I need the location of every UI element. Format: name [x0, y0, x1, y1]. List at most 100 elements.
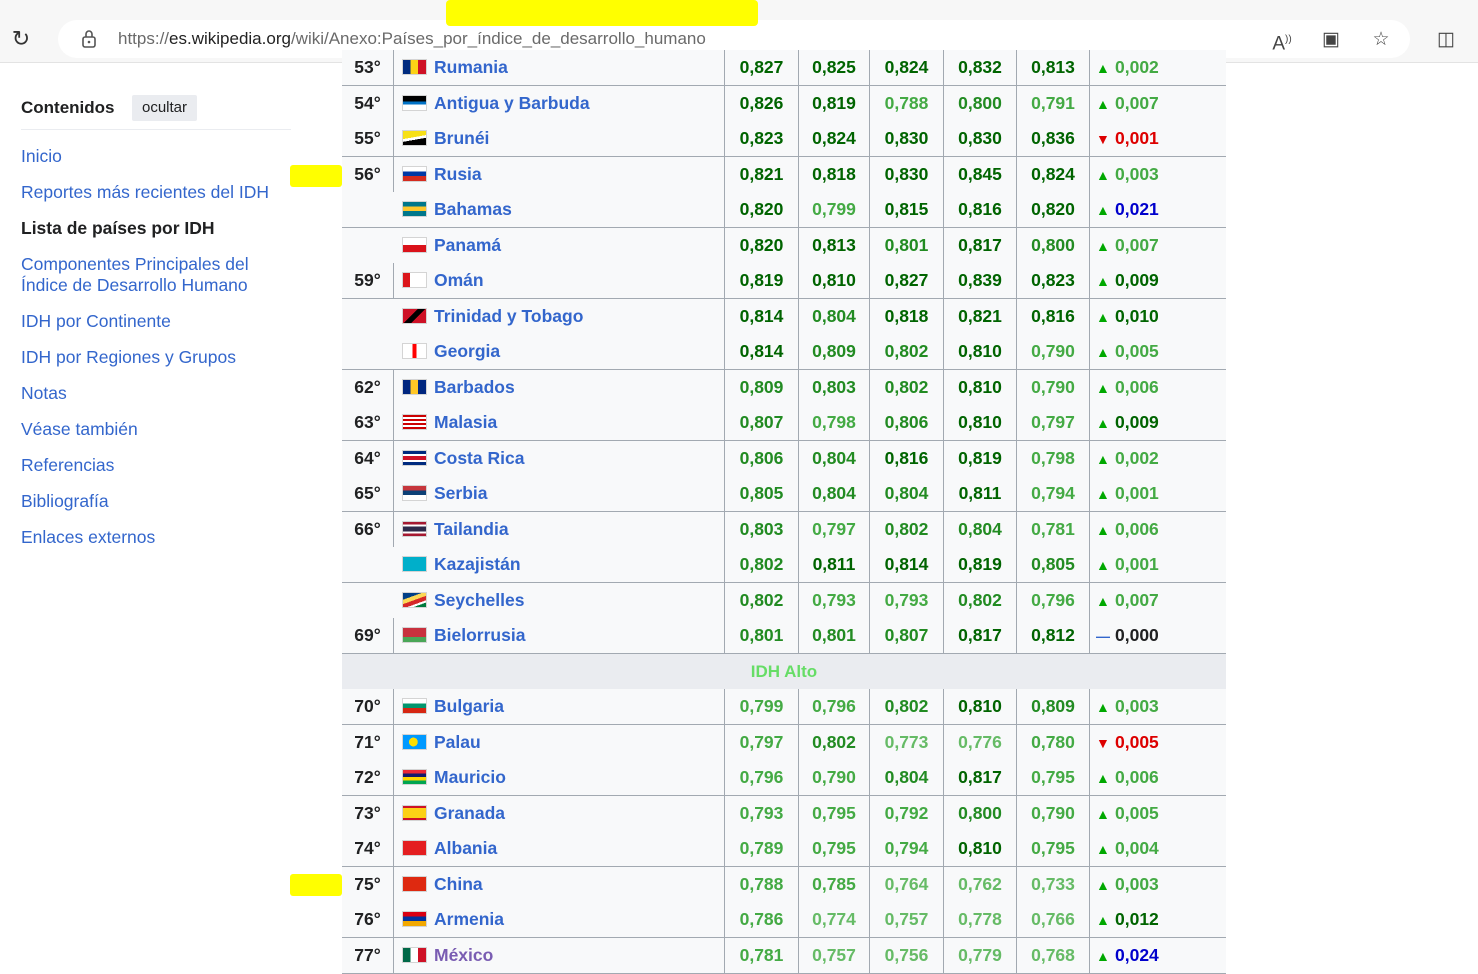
country-name[interactable]: Georgia	[434, 341, 500, 361]
country-link[interactable]: Armenia	[394, 902, 725, 937]
country-link[interactable]: Omán	[394, 263, 725, 298]
country-name[interactable]: Rusia	[434, 164, 482, 184]
country-name[interactable]: Granada	[434, 803, 505, 823]
change-cell: ▲ 0,007	[1090, 583, 1226, 618]
read-aloud-icon[interactable]: A))	[1270, 28, 1294, 54]
toc-item-notas[interactable]: Notas	[21, 383, 311, 404]
country-link[interactable]: Panamá	[394, 227, 725, 263]
country-link[interactable]: Antigua y Barbuda	[394, 85, 725, 121]
country-name[interactable]: Tailandia	[434, 519, 509, 539]
country-name[interactable]: Serbia	[434, 483, 488, 503]
toc-item-lista[interactable]: Lista de países por IDH	[21, 218, 311, 239]
country-link[interactable]: Trinidad y Tobago	[394, 298, 725, 334]
toc-item-vease[interactable]: Véase también	[21, 419, 311, 440]
increase-arrow-icon: ▲	[1096, 379, 1110, 396]
toc-item-inicio[interactable]: Inicio	[21, 146, 311, 167]
hdi-value-cell: 0,790	[1017, 795, 1090, 831]
country-link[interactable]: Malasia	[394, 405, 725, 440]
country-name[interactable]: Antigua y Barbuda	[434, 93, 590, 113]
toc-item-enlaces[interactable]: Enlaces externos	[21, 527, 311, 548]
flag-icon	[402, 485, 427, 501]
country-link[interactable]: Tailandia	[394, 511, 725, 547]
change-cell: ▲ 0,021	[1090, 192, 1226, 227]
country-link[interactable]: Rumania	[394, 50, 725, 85]
country-name[interactable]: Bielorrusia	[434, 625, 525, 645]
toc-item-bibliografia[interactable]: Bibliografía	[21, 491, 311, 512]
country-name[interactable]: Palau	[434, 732, 481, 752]
country-name[interactable]: Malasia	[434, 412, 497, 432]
hdi-value-cell: 0,820	[725, 227, 799, 263]
country-name[interactable]: Kazajistán	[434, 554, 521, 574]
hdi-value-cell: 0,790	[1017, 369, 1090, 405]
country-name[interactable]: Omán	[434, 270, 484, 290]
country-link[interactable]: Rusia	[394, 156, 725, 192]
country-name[interactable]: Seychelles	[434, 590, 524, 610]
change-cell: ▲ 0,009	[1090, 263, 1226, 298]
table-row: 53° Rumania 0,827 0,825 0,824 0,832 0,813 ▲ 0,00…	[342, 50, 1226, 86]
hdi-value-cell: 0,796	[799, 689, 870, 724]
table-row: 62° Barbados 0,809 0,803 0,802 0,810 0,790 ▲ 0,0…	[342, 369, 1226, 406]
hdi-value-cell: 0,807	[725, 405, 799, 440]
country-link[interactable]: Granada	[394, 795, 725, 831]
toc-item-reportes[interactable]: Reportes más recientes del IDH	[21, 182, 311, 203]
country-link[interactable]: Costa Rica	[394, 440, 725, 476]
country-name[interactable]: Armenia	[434, 909, 504, 929]
hdi-value-cell: 0,816	[1017, 298, 1090, 334]
hdi-value-cell: 0,785	[799, 866, 870, 902]
country-link[interactable]: Bielorrusia	[394, 618, 725, 653]
country-link[interactable]: Seychelles	[394, 582, 725, 618]
hdi-value-cell: 0,817	[944, 760, 1017, 795]
favorite-star-icon[interactable]: ☆	[1369, 28, 1393, 52]
change-value: 0,005	[1115, 731, 1159, 752]
country-link[interactable]: México	[394, 937, 725, 973]
country-link[interactable]: Bahamas	[394, 192, 725, 227]
change-value: 0,010	[1115, 305, 1159, 326]
change-value: 0,001	[1115, 483, 1159, 503]
country-name[interactable]: Albania	[434, 838, 497, 858]
country-name[interactable]: Rumania	[434, 57, 508, 77]
country-name[interactable]: Brunéi	[434, 128, 489, 148]
split-screen-icon[interactable]: ◫	[1434, 28, 1458, 52]
country-name[interactable]: Trinidad y Tobago	[434, 306, 583, 326]
table-row: 65° Serbia 0,805 0,804 0,804 0,811 0,794 ▲ 0,001	[342, 476, 1226, 512]
hdi-value-cell: 0,809	[725, 369, 799, 405]
country-name[interactable]: Bulgaria	[434, 696, 504, 716]
change-cell: ▲ 0,006	[1090, 760, 1226, 795]
country-link[interactable]: China	[394, 866, 725, 902]
country-name[interactable]: Costa Rica	[434, 448, 524, 468]
toc-item-componentes[interactable]: Componentes Principales del Índice de De…	[21, 254, 261, 296]
decrease-arrow-icon: ▼	[1096, 131, 1110, 147]
flag-icon	[402, 130, 427, 146]
country-link[interactable]: Bulgaria	[394, 689, 725, 724]
immersive-reader-icon[interactable]: ▣	[1319, 28, 1343, 52]
country-link[interactable]: Palau	[394, 724, 725, 760]
country-link[interactable]: Georgia	[394, 334, 725, 369]
country-name[interactable]: China	[434, 874, 483, 894]
toc-item-referencias[interactable]: Referencias	[21, 455, 311, 476]
country-link[interactable]: Brunéi	[394, 121, 725, 156]
hdi-value-cell: 0,827	[870, 263, 944, 298]
country-name[interactable]: Barbados	[434, 377, 515, 397]
country-link[interactable]: Albania	[394, 831, 725, 866]
country-link[interactable]: Serbia	[394, 476, 725, 511]
reload-icon[interactable]: ↻	[8, 26, 34, 52]
rank-cell: 74°	[342, 831, 394, 866]
toc-item-continente[interactable]: IDH por Continente	[21, 311, 311, 332]
country-link[interactable]: Barbados	[394, 369, 725, 405]
hdi-value-cell: 0,733	[1017, 866, 1090, 902]
rank-cell: 71°	[342, 724, 394, 760]
toc-hide-button[interactable]: ocultar	[132, 95, 197, 121]
rank-cell: 65°	[342, 476, 394, 511]
hdi-value-cell: 0,795	[799, 795, 870, 831]
country-name[interactable]: México	[434, 945, 493, 965]
hdi-value-cell: 0,832	[944, 50, 1017, 85]
change-cell: ▲ 0,012	[1090, 902, 1226, 937]
country-name[interactable]: Bahamas	[434, 199, 512, 219]
country-link[interactable]: Kazajistán	[394, 547, 725, 582]
hdi-value-cell: 0,800	[944, 795, 1017, 831]
hdi-value-cell: 0,813	[1017, 50, 1090, 85]
toc-item-regiones[interactable]: IDH por Regiones y Grupos	[21, 347, 311, 368]
country-name[interactable]: Panamá	[434, 235, 501, 255]
country-name[interactable]: Mauricio	[434, 767, 506, 787]
country-link[interactable]: Mauricio	[394, 760, 725, 795]
